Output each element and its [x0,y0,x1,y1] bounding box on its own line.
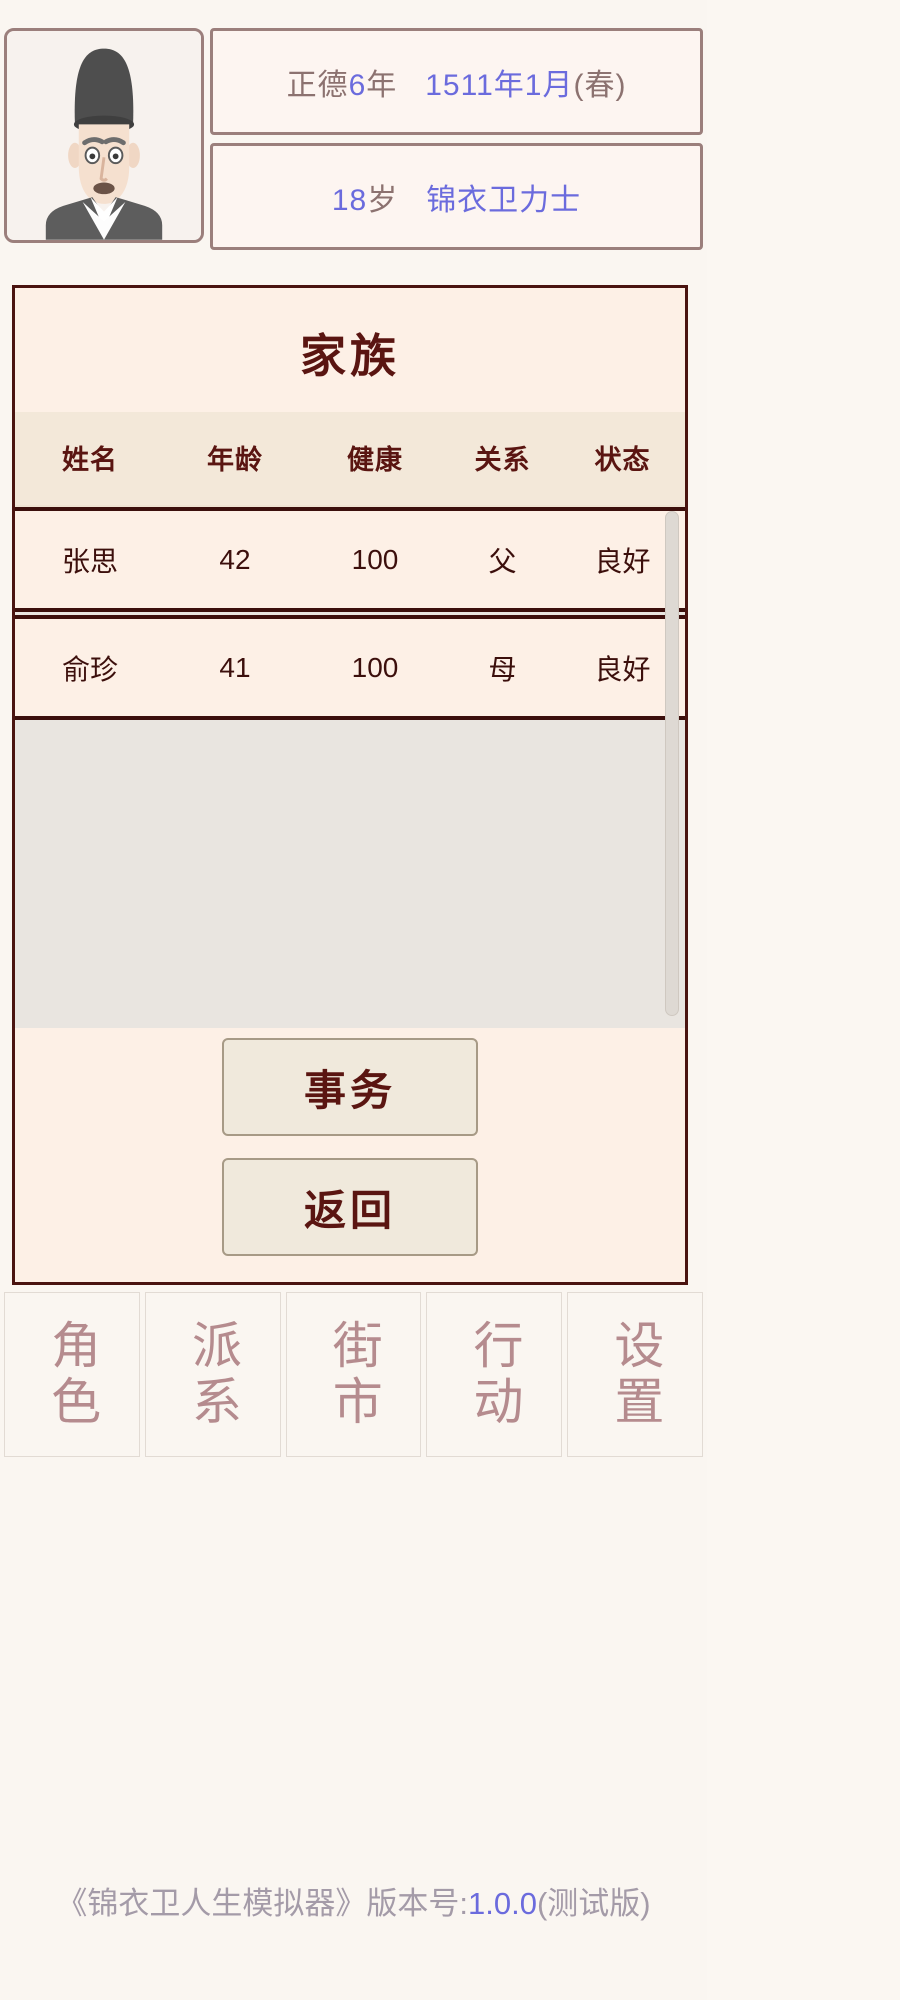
bottom-navigation: 角色 派系 街市 行动 设置 [0,1292,707,1457]
cell-name: 张思 [61,545,118,577]
nav-item-market[interactable]: 街市 [285,1292,422,1457]
family-list: 张思 42 100 父 良好 俞珍 41 100 母 良好 [15,507,685,1028]
family-panel: 家族 姓名 年龄 健康 关系 状态 张思 42 100 父 良好 俞珍 41 1… [12,285,688,1285]
era-suffix: 年 [366,68,398,102]
page-title: 家族 [300,330,400,382]
affairs-button[interactable]: 事务 [222,1038,478,1136]
column-header-age: 年龄 [207,445,263,475]
nav-label-settings: 设置 [607,1318,664,1431]
season-value: (春) [573,68,627,102]
cell-health: 100 [351,651,399,683]
age-display: 18岁 [332,175,398,219]
nav-item-action[interactable]: 行动 [426,1292,563,1457]
version-label: 版本号: [366,1886,468,1921]
column-header-relation: 关系 [474,445,531,475]
date-row: 正德6年 1511年1月(春) [210,28,703,135]
nav-label-market: 街市 [325,1318,382,1431]
table-header-row: 姓名 年龄 健康 关系 状态 [15,412,685,507]
column-header-state: 状态 [594,445,651,475]
nav-label-role: 角色 [44,1318,101,1431]
cell-age: 41 [219,651,251,683]
game-title: 《锦衣卫人生模拟器》 [56,1886,367,1921]
nav-item-settings[interactable]: 设置 [567,1292,703,1457]
avatar[interactable] [4,28,204,243]
table-row[interactable]: 俞珍 41 100 母 良好 [15,615,685,720]
app-screen: 正德6年 1511年1月(春) 18岁 锦衣卫力士 家族 姓名 年龄 健康 关系… [0,0,707,2000]
status-info-column: 正德6年 1511年1月(春) 18岁 锦衣卫力士 [210,28,703,250]
rank-title: 锦衣卫力士 [426,183,582,217]
panel-action-buttons: 事务 返回 [15,1028,685,1282]
version-footer: 《锦衣卫人生模拟器》版本号:1.0.0(测试版) [0,1878,707,1923]
nav-label-faction: 派系 [184,1318,241,1431]
build-tag: (测试版) [536,1886,651,1921]
gregorian-date: 1511年1月(春) [425,60,626,104]
column-header-health: 健康 [347,445,403,475]
back-button[interactable]: 返回 [222,1158,478,1256]
cell-name: 俞珍 [61,653,118,685]
nav-item-role[interactable]: 角色 [4,1292,140,1457]
age-value: 18 [331,183,368,217]
cell-health: 100 [351,543,399,575]
cell-relation: 父 [488,545,517,577]
era-year: 6 [348,68,367,102]
nav-label-action: 行动 [466,1318,523,1431]
status-bar: 正德6年 1511年1月(春) 18岁 锦衣卫力士 [0,0,707,250]
vertical-scrollbar[interactable] [665,511,679,1016]
nav-item-faction[interactable]: 派系 [144,1292,281,1457]
identity-row: 18岁 锦衣卫力士 [210,143,703,250]
portrait-icon [7,31,201,240]
gregorian-value: 1511年1月 [425,68,574,102]
version-number: 1.0.0 [468,1886,537,1921]
column-header-name: 姓名 [62,445,118,475]
table-row[interactable]: 张思 42 100 父 良好 [15,507,685,612]
era-label: 正德6年 [287,60,398,104]
age-unit: 岁 [367,183,399,217]
cell-age: 42 [219,543,251,575]
cell-relation: 母 [488,653,517,685]
era-prefix: 正德 [286,68,349,102]
